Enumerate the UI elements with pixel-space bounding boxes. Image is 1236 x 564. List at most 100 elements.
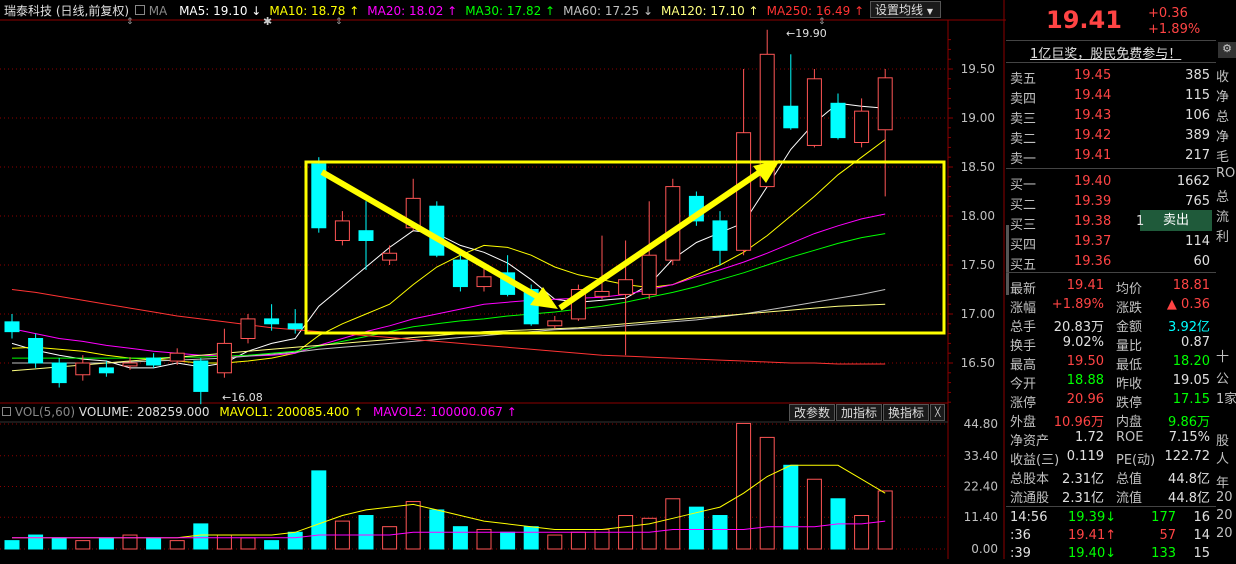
stat-row: 今开 18.88 昨收 19.05: [1006, 371, 1212, 392]
candle-body: [783, 105, 799, 129]
ma-settings-button[interactable]: 设置均线 ▼: [870, 1, 941, 18]
candle-body: [618, 279, 634, 295]
stat-value: 19.41: [1066, 278, 1104, 293]
volume-bar: [193, 523, 209, 550]
ask-row: 卖二 19.42 389: [1006, 126, 1212, 147]
row-price: 19.43: [1074, 108, 1112, 123]
price-tick-label: 18.00: [961, 209, 995, 223]
volume-tick-label: 11.40: [964, 510, 998, 524]
marker-icon: ⇕: [335, 17, 343, 27]
price-tick-label: 17.50: [961, 258, 995, 272]
candle-body: [334, 220, 350, 241]
stat-value: ▲ 0.36: [1166, 297, 1210, 312]
stat-value: 18.20: [1172, 354, 1210, 369]
side-panel-text: 1家: [1216, 392, 1236, 407]
mavol1-value: MAVOL1: 200085.400 ↑: [219, 405, 364, 419]
stat-value: 7.15%: [1168, 430, 1210, 445]
ma-box-icon: [134, 5, 145, 15]
bid-row: 买五 19.36 60: [1006, 252, 1212, 273]
volume-bar: [51, 537, 67, 550]
volume-bar: [570, 531, 586, 550]
candle-body: [193, 360, 209, 392]
candle-body: [547, 320, 563, 327]
stat-value: 19.50: [1066, 354, 1104, 369]
ma-item-3: MA30: 17.82 ↑: [465, 4, 556, 18]
tick-count: 14: [1193, 528, 1210, 543]
marker-icon: ✱: [263, 15, 273, 28]
candle-body: [594, 290, 610, 297]
tick-volume: 177: [1151, 510, 1176, 525]
ma-item-6: MA250: 16.49 ↑: [766, 4, 865, 18]
price-tick-label: 19.00: [961, 111, 995, 125]
side-panel-text: 20: [1216, 526, 1233, 541]
candle-body: [98, 367, 114, 374]
ma-settings-label: 设置均线: [875, 3, 924, 17]
vol-header: VOL(5,60) VOLUME: 208259.000 MAVOL1: 200…: [2, 405, 517, 419]
row-price: 19.39: [1074, 194, 1112, 209]
row-label: 卖五: [1010, 72, 1037, 87]
ma-item-5: MA120: 17.10 ↑: [661, 4, 759, 18]
high-annotation: ←19.90: [786, 27, 827, 40]
close-indicator-button[interactable]: ╳: [930, 404, 946, 421]
volume-bar: [358, 515, 374, 550]
promo-link[interactable]: 1亿巨奖，股民免费参与！: [1030, 43, 1181, 62]
volume-bar: [382, 526, 398, 550]
stat-row: 涨幅 +1.89% 涨跌 ▲ 0.36: [1006, 295, 1212, 316]
side-panel-text: 流: [1216, 210, 1230, 225]
quote-panel: 19.41 +0.36 +1.89% 1亿巨奖，股民免费参与！ ⚙ 卖五 19.4…: [1006, 0, 1236, 561]
ma-item-4: MA60: 17.25 ↓: [563, 4, 654, 18]
tick-row: 14:56 19.39↓ 177 16: [1006, 508, 1212, 528]
ma-item-1: MA10: 18.78 ↑: [269, 4, 360, 18]
stat-value: 0.87: [1181, 335, 1210, 350]
side-panel-text: 总: [1216, 110, 1230, 125]
sell-button[interactable]: 卖出: [1140, 210, 1212, 231]
price-change-pct: +1.89%: [1148, 22, 1201, 37]
change-params-button[interactable]: 改参数: [789, 404, 836, 421]
volume-bar: [523, 526, 539, 550]
volume-bar: [4, 540, 20, 550]
row-price: 19.37: [1074, 234, 1112, 249]
tick-time: 14:56: [1010, 510, 1048, 525]
stat-row: 总股本 2.31亿 总值 44.8亿: [1006, 466, 1212, 487]
candle-body: [877, 77, 893, 131]
candle-body: [169, 352, 185, 362]
switch-indicator-button[interactable]: 换指标: [883, 404, 930, 421]
stat-value: 1.72: [1075, 430, 1104, 445]
kline-chart[interactable]: 19.50 19.00 18.50 18.00 17.50 17.00 16.50 44.80…: [0, 0, 1006, 559]
side-panel-text: 人: [1216, 452, 1230, 467]
stat-value: 2.31亿: [1062, 491, 1104, 506]
row-label: 卖一: [1010, 152, 1037, 167]
candle-body: [382, 252, 398, 261]
tick-time: :36: [1010, 528, 1031, 543]
side-panel-text: 利: [1216, 230, 1230, 245]
volume-bar: [712, 515, 728, 550]
volume-bar: [429, 509, 445, 550]
volume-bar: [264, 540, 280, 550]
row-label: 买四: [1010, 238, 1037, 253]
candle-body: [75, 362, 91, 376]
add-indicator-button[interactable]: 加指标: [836, 404, 883, 421]
row-label: 买一: [1010, 178, 1037, 193]
volume-tick-label: 33.40: [964, 449, 998, 463]
settings-icon[interactable]: ⚙: [1218, 42, 1236, 58]
ma-item-2: MA20: 18.02 ↑: [367, 4, 458, 18]
stock-name: 瑞泰科技: [4, 4, 53, 18]
side-panel-text: RO: [1216, 166, 1236, 181]
ask-row: 卖四 19.44 115: [1006, 86, 1212, 107]
stat-row: 外盘 10.96万 内盘 9.86万: [1006, 409, 1212, 430]
candle-body: [452, 259, 468, 288]
price-tick-label: 19.50: [961, 62, 995, 76]
tick-price: 19.39↓: [1068, 510, 1117, 525]
volume-bar: [240, 537, 256, 550]
stat-row: 净资产 1.72 ROE 7.15%: [1006, 428, 1212, 449]
side-panel-text: 年: [1216, 476, 1230, 491]
candle-body: [641, 254, 657, 295]
stat-value: +1.89%: [1051, 297, 1104, 312]
side-panel-text: 十: [1216, 350, 1230, 365]
mavol2-value: MAVOL2: 100000.067 ↑: [373, 405, 517, 419]
volume-bar: [216, 534, 232, 550]
tick-row: :39 19.40↓ 133 15: [1006, 544, 1212, 564]
stat-value: 44.8亿: [1168, 491, 1210, 506]
stat-value: 18.88: [1066, 373, 1104, 388]
side-panel-text: 总: [1216, 190, 1230, 205]
